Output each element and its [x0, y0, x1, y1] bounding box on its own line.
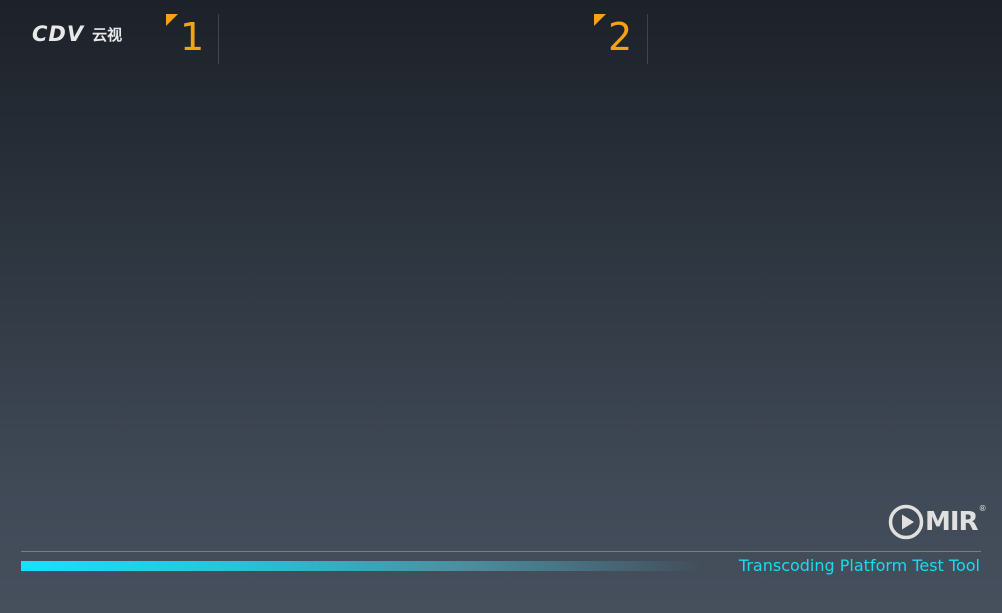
- play-circle-icon: [888, 504, 924, 540]
- slot-number: 2: [608, 15, 633, 59]
- brand-logo: MIR ®: [888, 504, 987, 540]
- footer-divider: [21, 551, 981, 552]
- corner-marker-icon: [594, 14, 606, 26]
- logo-latin-text: CDV: [32, 22, 85, 46]
- app-logo: CDV 云视: [32, 24, 122, 45]
- progress-fill: [21, 561, 701, 571]
- slot-divider: [647, 14, 648, 64]
- slot-number: 1: [180, 15, 205, 59]
- corner-marker-icon: [166, 14, 178, 26]
- brand-name: MIR: [925, 507, 979, 537]
- slot-divider: [218, 14, 219, 64]
- logo-chinese-text: 云视: [92, 26, 123, 44]
- app-tagline: Transcoding Platform Test Tool: [738, 556, 980, 575]
- loading-progress-bar: [21, 561, 701, 571]
- registered-mark: ®: [978, 504, 987, 513]
